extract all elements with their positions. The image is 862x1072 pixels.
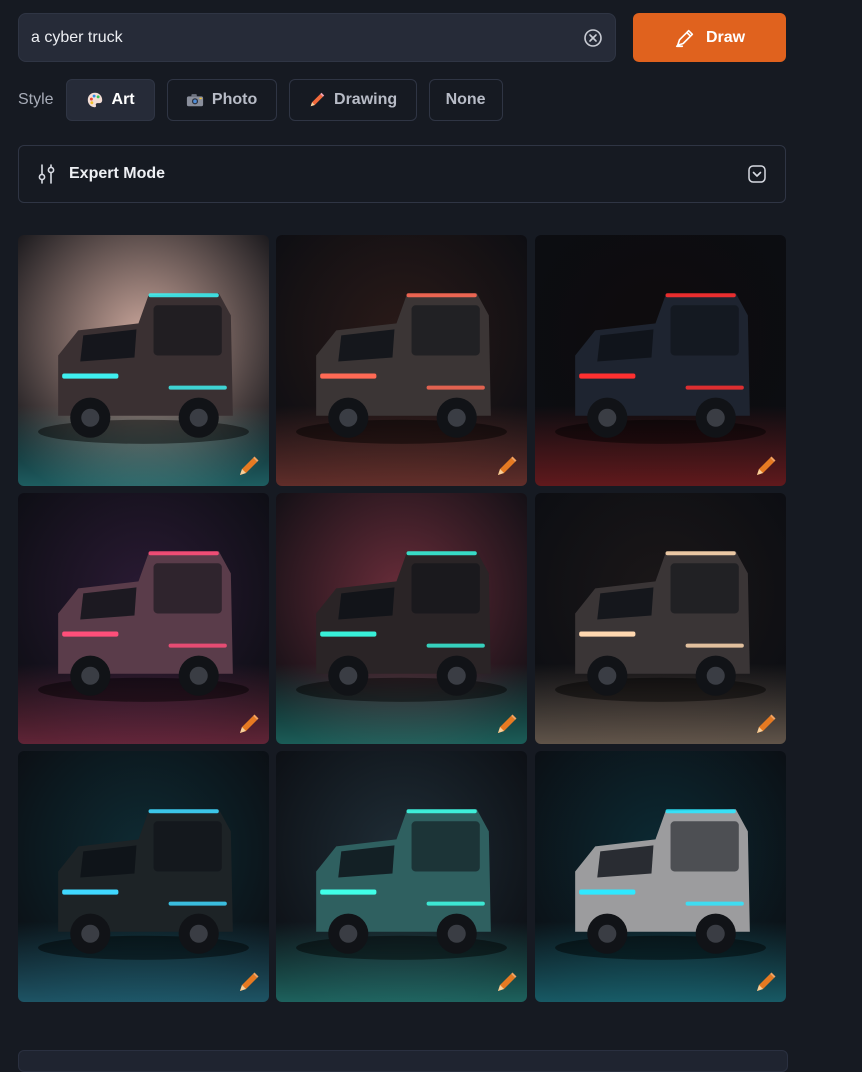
style-option-label: Photo [211,91,258,108]
camera-icon [186,94,204,107]
truck-image [276,235,527,486]
style-option-label: None [445,91,486,108]
prompt-input[interactable]: a cyber truck [31,29,583,47]
pencil-icon [675,29,694,47]
edit-pencil-icon[interactable] [237,970,261,994]
edit-pencil-icon[interactable] [754,712,778,736]
edit-pencil-icon[interactable] [495,970,519,994]
edit-pencil-icon[interactable] [754,970,778,994]
truck-image [276,751,527,1002]
cyber-truck-result-8[interactable] [276,751,527,1002]
truck-image [18,235,269,486]
style-option-none[interactable]: None [428,79,503,121]
cyber-truck-result-2[interactable] [276,235,527,486]
draw-button[interactable]: Draw [633,13,786,62]
expert-mode-panel[interactable]: Expert Mode [18,145,786,203]
expert-mode-label: Expert Mode [69,165,166,182]
palette-icon [87,92,102,108]
cyber-truck-result-7[interactable] [18,751,269,1002]
style-label: Style [18,91,54,108]
truck-image [535,493,786,744]
draw-button-label: Draw [705,28,746,46]
truck-image [535,235,786,486]
cyber-truck-result-6[interactable] [535,493,786,744]
bottom-panel [18,1050,788,1072]
truck-image [18,493,269,744]
cyber-truck-result-3[interactable] [535,235,786,486]
truck-image [18,751,269,1002]
edit-pencil-icon[interactable] [495,454,519,478]
truck-image [535,751,786,1002]
chevron-down-icon[interactable] [747,164,767,184]
cyber-truck-result-4[interactable] [18,493,269,744]
close-circle-icon[interactable] [583,28,603,48]
truck-image [276,493,527,744]
edit-pencil-icon[interactable] [495,712,519,736]
edit-pencil-icon[interactable] [754,454,778,478]
cyber-truck-result-1[interactable] [18,235,269,486]
style-option-label: Art [111,91,135,108]
edit-pencil-icon[interactable] [237,454,261,478]
cyber-truck-result-5[interactable] [276,493,527,744]
style-option-art[interactable]: Art [65,79,155,121]
cyber-truck-result-9[interactable] [535,751,786,1002]
prompt-search-field[interactable]: a cyber truck [18,13,616,62]
style-option-drawing[interactable]: Drawing [288,79,417,121]
sliders-icon [38,164,55,184]
edit-pencil-icon[interactable] [237,712,261,736]
style-option-label: Drawing [334,91,398,108]
pencil-icon [310,92,325,107]
style-selector: Style Art Photo Drawing None [18,79,515,121]
style-option-photo[interactable]: Photo [166,79,277,121]
